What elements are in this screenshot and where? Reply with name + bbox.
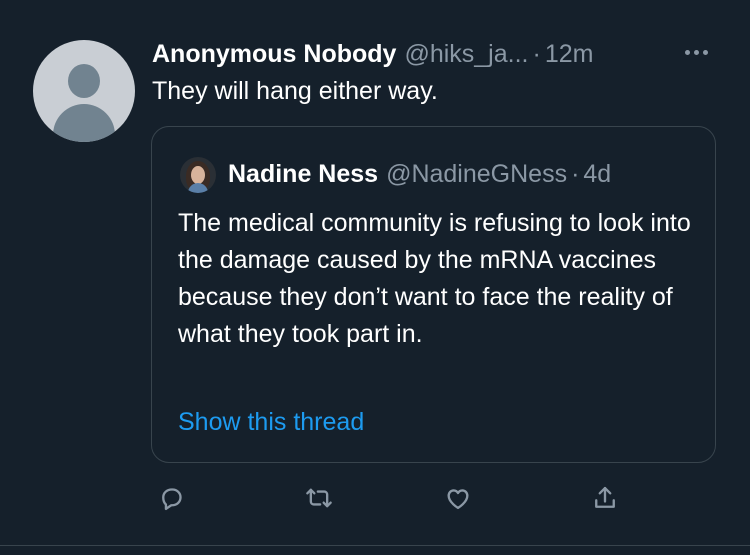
- default-avatar-body: [53, 104, 115, 142]
- tweet-time[interactable]: 12m: [545, 38, 594, 70]
- quoted-tweet-time: 4d: [583, 160, 612, 188]
- tweet-text: They will hang either way.: [152, 77, 438, 105]
- retweet-button[interactable]: [299, 478, 339, 518]
- reply-icon: [162, 488, 182, 511]
- show-thread-link[interactable]: Show this thread: [178, 405, 364, 439]
- reply-button[interactable]: [152, 478, 192, 518]
- divider: [0, 545, 750, 546]
- tweet-header: Anonymous Nobody @hiks_ja... · 12m: [152, 38, 593, 70]
- quoted-tweet[interactable]: Nadine Ness @NadineGNess · 4d The medica…: [151, 126, 716, 463]
- default-avatar-head: [68, 64, 100, 98]
- dot: [684, 49, 690, 55]
- share-icon: [595, 486, 615, 508]
- quoted-avatar[interactable]: [180, 157, 216, 193]
- retweet-icon: [306, 488, 332, 508]
- more-options-icon[interactable]: [676, 37, 716, 67]
- author-name[interactable]: Anonymous Nobody: [152, 38, 396, 70]
- separator-dot: ·: [571, 160, 580, 188]
- separator-dot: ·: [532, 40, 541, 68]
- dot: [702, 49, 708, 55]
- avatar[interactable]: [33, 40, 135, 142]
- dot: [693, 49, 699, 55]
- quoted-author-handle: @NadineGNess: [386, 160, 568, 188]
- tweet-actions: [0, 478, 750, 518]
- author-handle[interactable]: @hiks_ja...: [404, 38, 528, 70]
- avatar-face: [191, 166, 205, 184]
- like-icon: [447, 489, 469, 510]
- quoted-tweet-text: The medical community is refusing to loo…: [178, 209, 691, 348]
- quoted-tweet-header: Nadine Ness @NadineGNess · 4d: [228, 157, 611, 191]
- like-button[interactable]: [438, 478, 478, 518]
- tweet[interactable]: Anonymous Nobody @hiks_ja... · 12m They …: [0, 0, 750, 555]
- share-button[interactable]: [585, 478, 625, 518]
- quoted-author-name: Nadine Ness: [228, 160, 379, 188]
